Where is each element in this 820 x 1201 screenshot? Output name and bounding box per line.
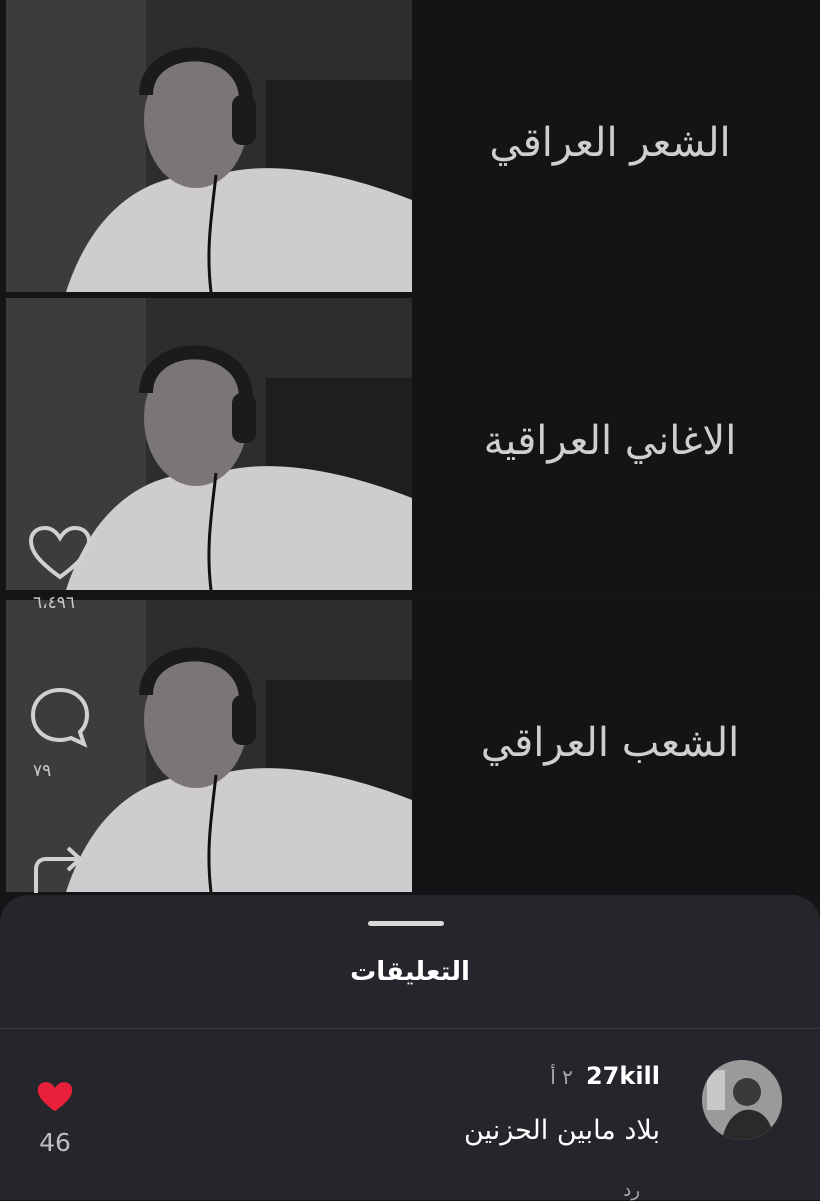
sheet-drag-handle[interactable]	[368, 921, 444, 926]
caption-iraqi-poetry: الشعر العراقي	[489, 120, 731, 166]
video-panel-2: الاغاني العراقية	[0, 298, 820, 598]
comment-count: ٧٩	[33, 761, 52, 781]
comment-header: 27kill ٢ أ	[550, 1062, 660, 1090]
sheet-title: التعليقات	[350, 957, 470, 987]
comment-button[interactable]: ٧٩	[25, 685, 95, 781]
comment-like-button[interactable]: 46	[30, 1080, 80, 1157]
video-panel-1: الشعر العراقي	[0, 0, 820, 300]
comment-username[interactable]: 27kill	[586, 1062, 660, 1090]
comment-text: بلاد مابين الحزنين	[464, 1115, 660, 1146]
share-arrow-icon	[34, 846, 82, 893]
person-photo	[6, 0, 412, 292]
like-button[interactable]: ٦،٤٩٦	[25, 525, 95, 613]
speech-bubble-icon	[30, 687, 90, 748]
comments-sheet: التعليقات 27kill ٢ أ بلاد مابين الحزنين …	[0, 895, 820, 1201]
caption-iraqi-songs: الاغاني العراقية	[483, 418, 737, 464]
caption-iraqi-people: الشعب العراقي	[480, 720, 740, 766]
avatar[interactable]	[702, 1060, 782, 1140]
share-button[interactable]	[25, 845, 95, 899]
divider	[0, 1028, 820, 1029]
heart-filled-icon	[37, 1082, 73, 1112]
reel-video[interactable]: الشعر العراقي الاغاني العراقية الشعب الع…	[0, 0, 820, 930]
video-panel-3: الشعب العراقي	[0, 600, 820, 900]
reply-button[interactable]: رد	[623, 1180, 640, 1201]
heart-outline-icon	[28, 525, 92, 580]
comment-like-count: 46	[39, 1128, 71, 1157]
comment-time: ٢ أ	[550, 1065, 573, 1089]
comment-item: 27kill ٢ أ بلاد مابين الحزنين رد 46	[0, 1050, 820, 1201]
like-count: ٦،٤٩٦	[33, 593, 76, 613]
